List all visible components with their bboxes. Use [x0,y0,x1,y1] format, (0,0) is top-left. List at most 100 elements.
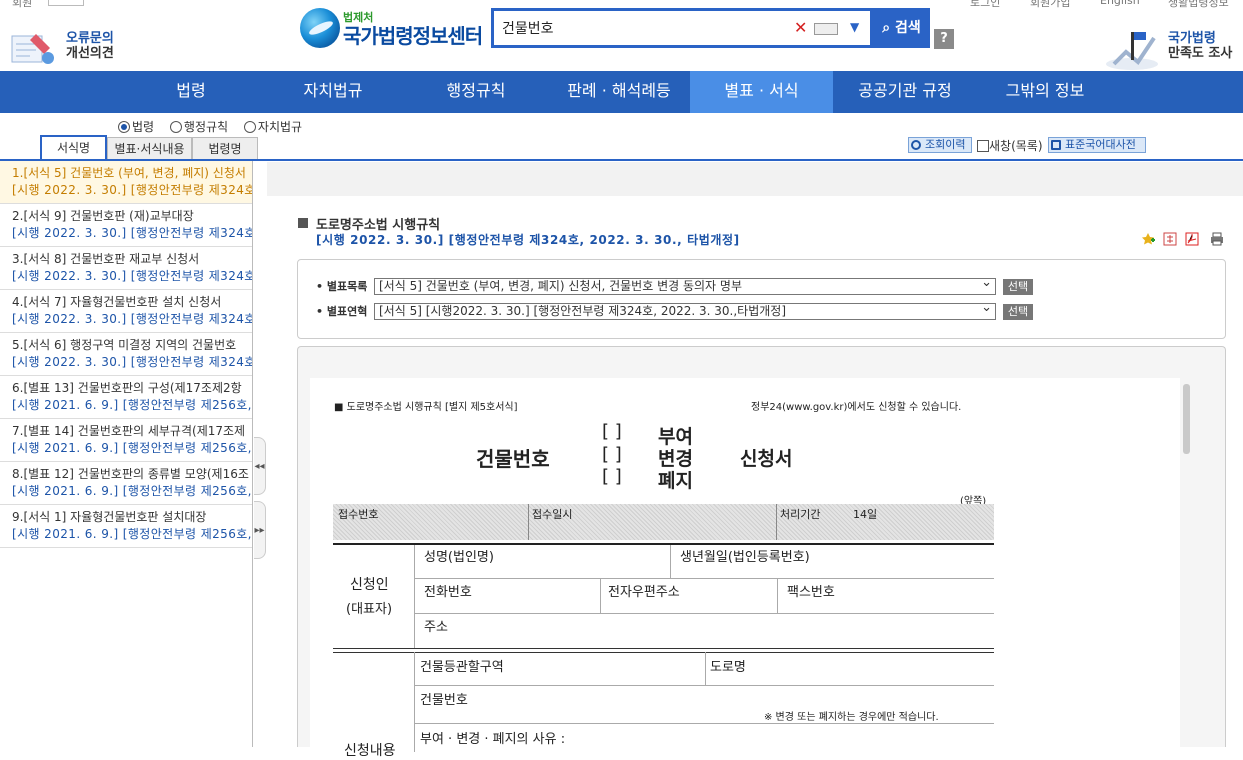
proc-days: 14일 [853,508,878,521]
list-item[interactable]: 8.[별표 12] 건물번호판의 종류별 모양(제16조 [시행 2021. 6.… [0,462,252,505]
birth-field: 생년월일(법인등록번호) [680,550,810,565]
feedback-icon[interactable] [8,28,56,68]
tab-form-content[interactable]: 별표·서식내용 [107,137,192,161]
section2-label: 신청내용 [344,743,396,759]
nav-precedent[interactable]: 판례 · 해석례등 [548,71,690,113]
content-toolbar [267,162,1243,196]
radio-law[interactable]: 법령 [118,120,160,134]
doc-title-left: 건물번호 [476,447,550,471]
feedback-line2: 개선의견 [66,46,114,61]
list-item-meta: [시행 2022. 3. 30.] [행정안전부령 제324호, 2 [12,355,252,369]
search-input[interactable] [502,17,772,39]
chevron-down-icon[interactable]: ▼ [850,20,859,34]
list-item-meta: [시행 2022. 3. 30.] [행정안전부령 제324호, 2 [12,312,252,326]
nav-law[interactable]: 법령 [140,71,242,113]
list-item[interactable]: 2.[서식 9] 건물번호판 (재)교부대장 [시행 2022. 3. 30.] … [0,204,252,247]
list-item-title: 4.[서식 7] 자율형건물번호판 설치 신청서 [12,295,222,309]
form-selector-panel: • 별표목록 [서식 5] 건물번호 (부여, 변경, 폐지) 신청서, 건물번… [297,259,1226,339]
radio-local-law[interactable]: 자치법규 [243,120,308,134]
new-window-checkbox[interactable]: 새창(목록) [977,137,1043,154]
top-link-login[interactable]: 로그인 [970,0,1000,9]
list-item-meta: [시행 2021. 6. 9.] [행정안전부령 제256호, 20 [12,398,252,412]
road-field: 도로명 [710,660,746,675]
clear-icon[interactable]: ✕ [794,18,807,38]
list-item[interactable]: 9.[서식 1] 자율형건물번호판 설치대장 [시행 2021. 6. 9.] [… [0,505,252,548]
appendix-list-select[interactable]: [서식 5] 건물번호 (부여, 변경, 폐지) 신청서, 건물번호 변경 동의… [374,278,996,295]
top-link-life-law[interactable]: 생활법령정보 [1168,0,1229,9]
tab-form-name[interactable]: 서식명 [40,135,107,161]
appendix-history-select[interactable]: [서식 5] [시행2022. 3. 30.] [행정안전부령 제324호, 2… [374,303,996,320]
doc-header-right: 정부24(www.gov.kr)에서도 신청할 수 있습니다. [751,402,962,413]
list-item[interactable]: 1.[서식 5] 건물번호 (부여, 변경, 폐지) 신청서 [시행 2022. … [0,161,252,204]
top-link-signup[interactable]: 회원가입 [1030,0,1070,9]
address-field: 주소 [424,620,448,635]
logo-icon[interactable] [300,8,340,48]
top-toggle[interactable] [48,0,84,6]
proc-period-label: 처리기간 [780,508,821,521]
list-item[interactable]: 7.[별표 14] 건물번호판의 세부규격(제17조제 [시행 2021. 6. … [0,419,252,462]
search-button-label: 검색 [894,20,921,36]
applicant-sub: (대표자) [346,602,393,617]
collapse-handle[interactable]: ◂◂ [254,437,266,495]
radio-law-label: 법령 [132,120,155,134]
list-item[interactable]: 4.[서식 7] 자율형건물번호판 설치 신청서 [시행 2022. 3. 30.… [0,290,252,333]
dictionary-button[interactable]: 표준국어대사전 [1048,137,1146,153]
list-item-meta: [시행 2022. 3. 30.] [행정안전부령 제324호, 2 [12,226,252,240]
nav-admin-rule[interactable]: 행정규칙 [420,71,532,113]
print-icon[interactable] [1210,232,1224,246]
doc-bracket-1: [ ] [602,421,622,442]
tab-law-name[interactable]: 법령명 [192,137,258,161]
book-icon [1051,140,1061,150]
nav-local-law[interactable]: 자치법규 [278,71,388,113]
history-button[interactable]: 조회이력 [908,137,972,153]
appendix-select-button[interactable]: 선택 [1003,279,1033,295]
new-window-label: 새창(목록) [989,139,1043,153]
hwp-download-icon[interactable] [1163,232,1177,246]
logo-title[interactable]: 국가법령정보센터 [343,20,483,49]
result-list: 1.[서식 5] 건물번호 (부여, 변경, 폐지) 신청서 [시행 2022. … [0,161,253,747]
fax-field: 팩스번호 [787,585,835,600]
keyboard-icon[interactable] [814,23,838,35]
scope-radios: 법령 행정규칙 자치법규 [118,118,314,135]
radio-admin-rule[interactable]: 행정규칙 [169,120,234,134]
doc-scrollbar[interactable] [1183,384,1190,454]
nav-public-rule[interactable]: 공공기관 규정 [840,71,970,113]
receipt-row [333,504,994,540]
survey-link[interactable]: 국가법령 만족도 조사 [1168,31,1232,61]
dictionary-label: 표준국어대사전 [1065,138,1136,151]
list-item-meta: [시행 2021. 6. 9.] [행정안전부령 제256호, 20 [12,441,252,455]
list-item[interactable]: 5.[서식 6] 행정구역 미결정 지역의 건물번호 [시행 2022. 3. 3… [0,333,252,376]
law-subtitle: [시행 2022. 3. 30.] [행정안전부령 제324호, 2022. 3… [316,233,740,247]
nav-appendix-form[interactable]: 별표 · 서식 [690,71,833,113]
nav-other-info[interactable]: 그밖의 정보 [990,71,1100,113]
list-item-title: 2.[서식 9] 건물번호판 (재)교부대장 [12,209,194,223]
radio-admin-rule-label: 행정규칙 [183,120,229,134]
top-link-english[interactable]: English [1100,0,1140,8]
receipt-date-label: 접수일시 [532,508,573,521]
list-item-title: 7.[별표 14] 건물번호판의 세부규격(제17조제 [12,424,246,438]
top-link-member[interactable]: 회원 [12,0,32,9]
feedback-link[interactable]: 오류문의 개선의견 [66,31,114,61]
history-select-button[interactable]: 선택 [1003,304,1033,320]
survey-line1: 국가법령 [1168,31,1216,46]
list-item[interactable]: 6.[별표 13] 건물번호판의 구성(제17조제2항 [시행 2021. 6. … [0,376,252,419]
doc-bracket-2: [ ] [602,444,622,465]
help-button[interactable]: ? [934,29,954,49]
doc-title-right: 신청서 [740,448,793,470]
list-item-title: 1.[서식 5] 건물번호 (부여, 변경, 폐지) 신청서 [12,166,246,180]
checkbox-icon [977,140,989,152]
expand-handle[interactable]: ▸▸ [254,501,266,559]
name-field: 성명(법인명) [424,550,494,565]
appendix-list-label: • 별표목록 [316,280,368,293]
search-button[interactable]: ⌕ 검색 [873,8,930,48]
feedback-line1: 오류문의 [66,31,114,46]
list-item[interactable]: 3.[서식 8] 건물번호판 재교부 신청서 [시행 2022. 3. 30.] … [0,247,252,290]
add-favorite-icon[interactable] [1141,232,1155,246]
magnifier-icon [911,140,921,150]
list-item-title: 6.[별표 13] 건물번호판의 구성(제17조제2항 [12,381,242,395]
doc-bracket-3: [ ] [602,466,622,487]
survey-icon[interactable] [1104,24,1162,72]
doc-option-3: 폐지 [658,470,693,492]
pdf-download-icon[interactable] [1185,232,1199,246]
list-item-meta: [시행 2022. 3. 30.] [행정안전부령 제324호, 2 [12,269,252,283]
